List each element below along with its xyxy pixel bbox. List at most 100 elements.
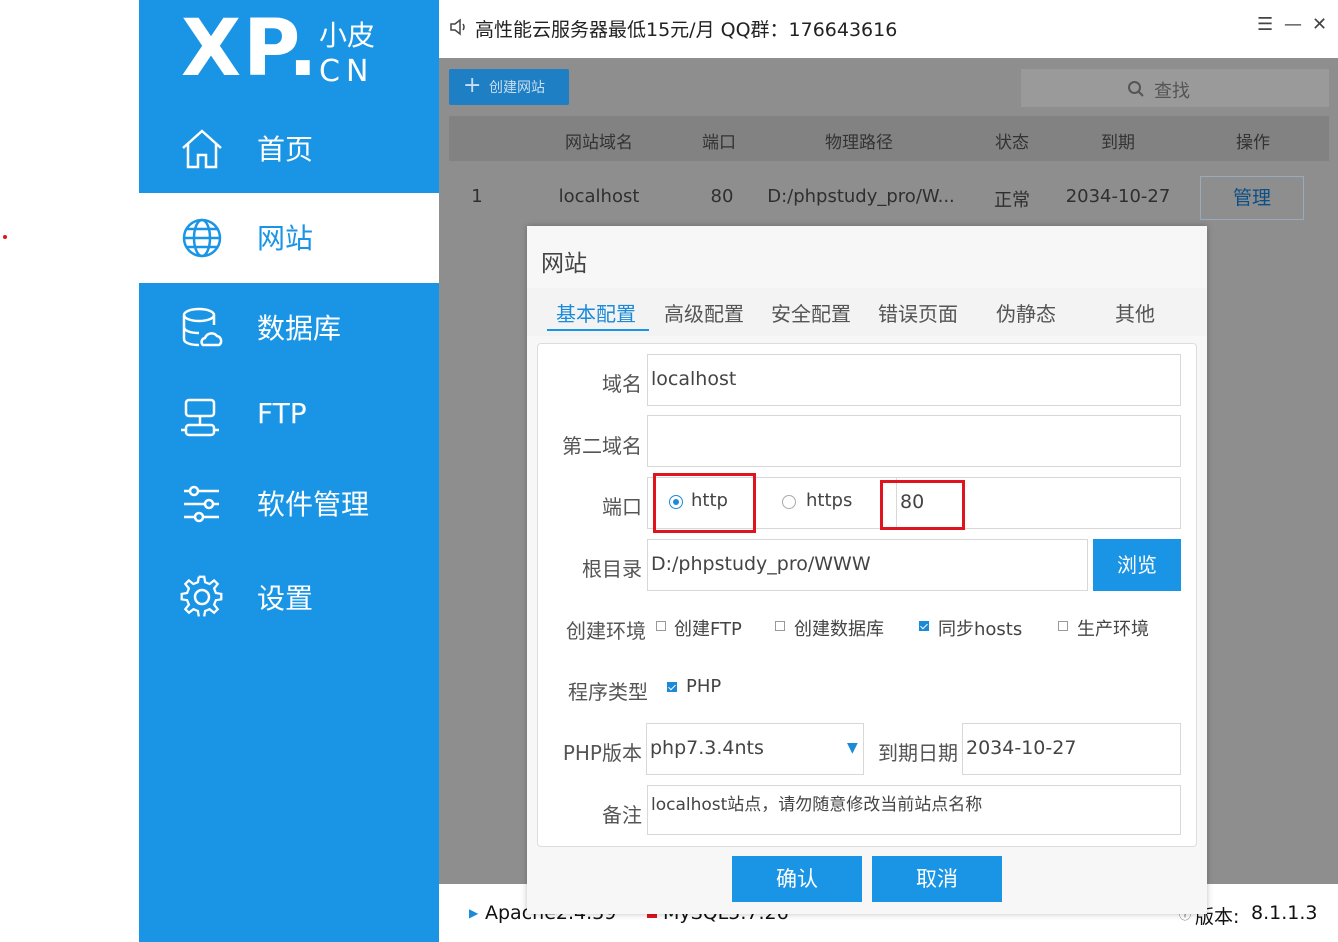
php-option-label: PHP: [686, 676, 722, 697]
col-expire: 到期: [1101, 133, 1135, 153]
port-label: 端口: [602, 495, 642, 519]
tab-rewrite[interactable]: 伪静态: [996, 298, 1056, 327]
create-website-label: 创建网站: [489, 80, 545, 96]
https-label: https: [806, 490, 853, 511]
search-icon: [1128, 81, 1144, 97]
red-dot: [3, 235, 7, 239]
notice-text: 高性能云服务器最低15元/月 QQ群：176643616: [475, 19, 898, 41]
search-label: 查找: [1154, 81, 1190, 102]
cancel-button[interactable]: 取消: [872, 856, 1002, 902]
speaker-icon: [450, 18, 465, 36]
logo-cn-text: CN: [319, 54, 375, 89]
database-icon: [182, 307, 223, 347]
tab-other[interactable]: 其他: [1115, 298, 1155, 327]
sliders-icon: [184, 485, 219, 523]
database-checkbox[interactable]: [775, 621, 785, 631]
basic-config-panel: 域名 localhost 第二域名 端口 http https 80 根目录 D…: [537, 343, 1197, 847]
nav-label: 软件管理: [257, 488, 370, 521]
port-highlight-box: [880, 480, 965, 530]
program-type-label: 程序类型: [568, 680, 648, 704]
website-config-dialog: 网站 基本配置 高级配置 安全配置 错误页面 伪静态 其他 域名 localho…: [527, 226, 1207, 914]
root-dir-value: D:/phpstudy_pro/WWW: [651, 553, 871, 575]
logo-subtext: 小皮: [319, 19, 376, 52]
expire-date-label: 到期日期: [878, 741, 958, 765]
dialog-title: 网站: [541, 251, 587, 277]
nav-item-software[interactable]: 软件管理: [139, 459, 439, 549]
row-status: 正常: [994, 190, 1030, 211]
row-path: D:/phpstudy_pro/W...: [767, 186, 955, 207]
row-domain: localhost: [558, 186, 640, 207]
ftp-option-label: 创建FTP: [674, 619, 742, 640]
browse-button[interactable]: 浏览: [1093, 539, 1181, 591]
domain-input[interactable]: localhost: [647, 354, 1181, 406]
plus-icon: +: [463, 73, 482, 98]
minimize-icon[interactable]: —: [1284, 14, 1302, 35]
ftp-icon: [181, 398, 219, 437]
tab-error-pages[interactable]: 错误页面: [878, 298, 958, 327]
home-icon: [182, 129, 222, 169]
note-value: localhost站点，请勿随意修改当前站点名称: [651, 795, 983, 815]
php-version-select[interactable]: php7.3.4nts ▼: [646, 723, 864, 775]
row-port: 80: [710, 186, 734, 207]
col-domain: 网站域名: [565, 133, 633, 153]
col-action: 操作: [1236, 133, 1270, 153]
nav-item-database[interactable]: 数据库: [139, 283, 439, 373]
nav-item-settings[interactable]: 设置: [139, 553, 439, 643]
https-radio[interactable]: [782, 495, 796, 509]
second-domain-input[interactable]: [647, 415, 1181, 467]
tab-advanced[interactable]: 高级配置: [664, 298, 744, 327]
table-row: 1 localhost 80 D:/phpstudy_pro/W... 正常 2…: [449, 170, 1329, 226]
table-header: 网站域名 端口 物理路径 状态 到期 操作: [449, 116, 1329, 161]
domain-value: localhost: [651, 368, 737, 390]
version-number: 8.1.1.3: [1251, 902, 1318, 924]
note-textarea[interactable]: localhost站点，请勿随意修改当前站点名称: [647, 785, 1181, 835]
hosts-option-label: 同步hosts: [938, 619, 1023, 640]
dropdown-arrow-icon: ▼: [847, 740, 858, 756]
http-radio[interactable]: [669, 495, 683, 509]
hosts-checkbox[interactable]: [919, 621, 929, 631]
php-version-label: PHP版本: [562, 741, 642, 765]
active-tab-indicator: [547, 329, 649, 331]
http-label: http: [691, 490, 728, 511]
nav-item-website[interactable]: 网站: [139, 193, 439, 283]
top-bar: 高性能云服务器最低15元/月 QQ群：176643616 ☰ — ✕: [439, 0, 1338, 58]
tab-security[interactable]: 安全配置: [771, 298, 851, 327]
tab-basic[interactable]: 基本配置: [556, 298, 636, 327]
play-icon: ▶: [469, 906, 479, 920]
php-checkbox[interactable]: [667, 682, 677, 692]
database-option-label: 创建数据库: [794, 619, 884, 640]
menu-icon[interactable]: ☰: [1257, 14, 1273, 35]
row-expire: 2034-10-27: [1065, 186, 1171, 207]
col-port: 端口: [702, 133, 736, 153]
nav-label: 网站: [257, 222, 314, 255]
search-box[interactable]: 查找: [1021, 69, 1329, 107]
php-version-value: php7.3.4nts: [650, 737, 764, 759]
nav-item-ftp[interactable]: FTP: [139, 373, 439, 463]
close-icon[interactable]: ✕: [1312, 14, 1327, 35]
root-dir-input[interactable]: D:/phpstudy_pro/WWW: [647, 539, 1088, 591]
env-label: 创建环境: [566, 619, 646, 643]
root-dir-label: 根目录: [582, 557, 642, 581]
nav-label: 设置: [257, 582, 314, 615]
gear-icon: [180, 575, 223, 617]
nav-label: 数据库: [257, 312, 342, 345]
nav-label: 首页: [257, 133, 314, 166]
note-label: 备注: [602, 803, 642, 827]
nav-label: FTP: [257, 397, 307, 430]
second-domain-label: 第二域名: [562, 434, 642, 458]
domain-label: 域名: [602, 372, 642, 396]
col-path: 物理路径: [825, 133, 893, 153]
ftp-checkbox[interactable]: [656, 621, 666, 631]
expire-date-input[interactable]: 2034-10-27: [962, 723, 1181, 775]
create-website-button[interactable]: + 创建网站: [449, 69, 569, 105]
production-checkbox[interactable]: [1058, 621, 1068, 631]
col-status: 状态: [995, 133, 1029, 153]
logo-text: XP.: [181, 4, 320, 94]
sidebar: XP. 小皮 CN 首页 网站 数据库 FTP 软件管理 设置: [139, 0, 439, 942]
globe-icon: [182, 218, 222, 258]
confirm-button[interactable]: 确认: [732, 856, 862, 902]
manage-button[interactable]: 管理: [1200, 176, 1304, 220]
nav-item-home[interactable]: 首页: [139, 104, 439, 194]
production-option-label: 生产环境: [1077, 619, 1149, 640]
row-index: 1: [471, 186, 483, 207]
